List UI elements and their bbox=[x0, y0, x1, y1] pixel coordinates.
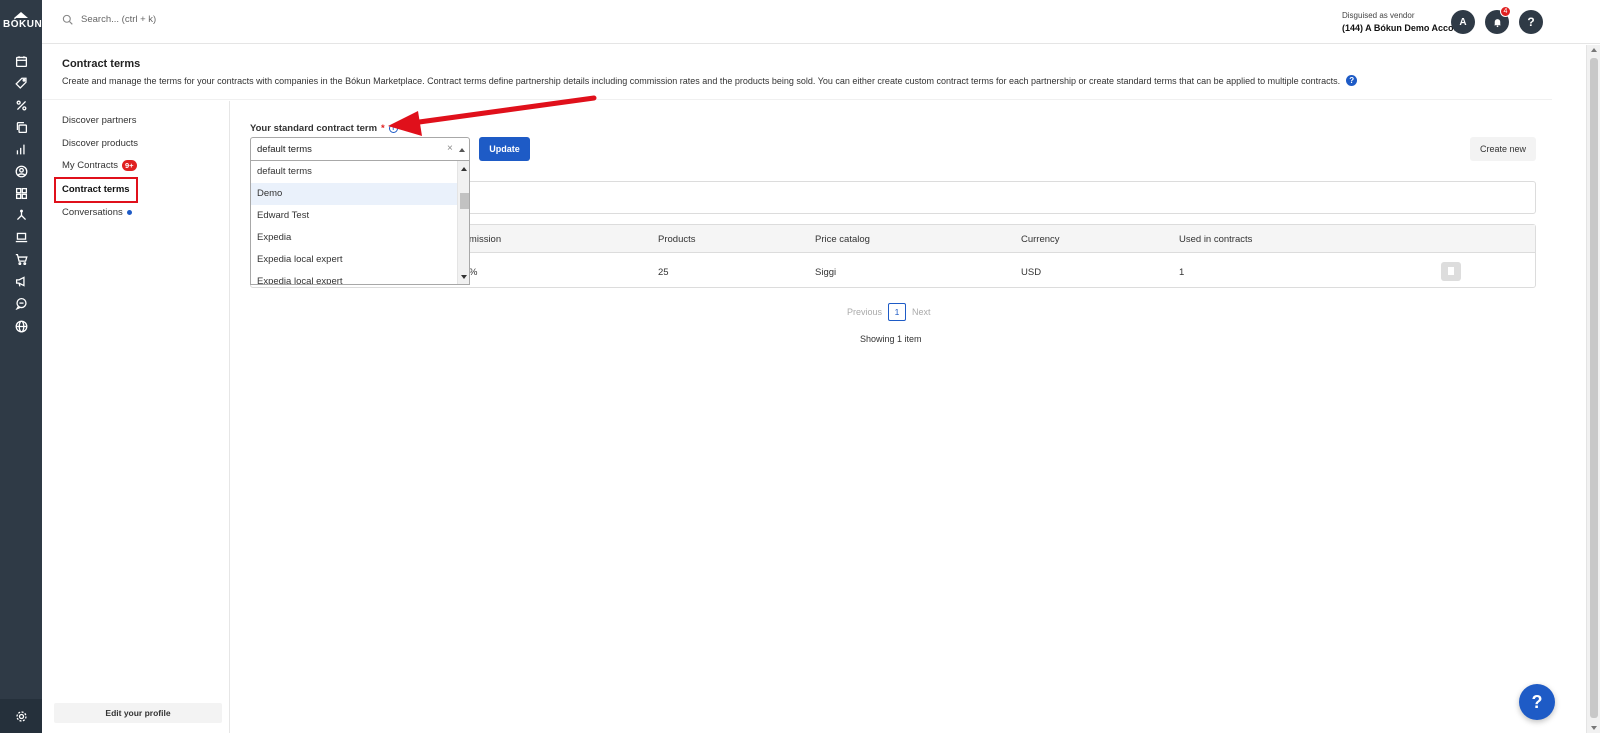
main-content: Your standard contract term * i default t… bbox=[230, 101, 1586, 733]
tag-icon[interactable] bbox=[13, 75, 29, 91]
products-cell: 25 bbox=[658, 267, 669, 278]
search-placeholder[interactable]: Search... (ctrl + k) bbox=[81, 14, 156, 25]
option-item[interactable]: Demo bbox=[251, 183, 457, 205]
clear-icon[interactable]: × bbox=[447, 143, 453, 154]
required-mark: * bbox=[381, 123, 385, 134]
page-description: Create and manage the terms for your con… bbox=[62, 75, 1358, 86]
scroll-down-icon[interactable] bbox=[1591, 726, 1597, 730]
currency-cell: USD bbox=[1021, 267, 1042, 278]
subnav-label: Discover products bbox=[62, 138, 139, 149]
search-icon bbox=[62, 14, 73, 25]
help-chat-button[interactable]: ? bbox=[1519, 684, 1555, 720]
globe-icon[interactable] bbox=[13, 318, 29, 334]
copy-icon[interactable] bbox=[13, 119, 29, 135]
subnav-item-discover-partners[interactable]: Discover partners bbox=[62, 115, 136, 126]
subnav-label: Conversations bbox=[62, 207, 123, 218]
used-in-contracts-cell: 1 bbox=[1179, 267, 1185, 278]
standard-term-select[interactable]: default terms × bbox=[250, 137, 470, 161]
notification-count-badge: 4 bbox=[1500, 6, 1511, 17]
left-rail: BÓKUN bbox=[0, 0, 42, 733]
user-circle-icon[interactable] bbox=[13, 163, 29, 179]
bell-icon bbox=[1493, 18, 1501, 27]
scroll-thumb[interactable] bbox=[460, 193, 469, 209]
option-item[interactable]: Expedia local expert bbox=[251, 271, 457, 284]
option-item[interactable]: default terms bbox=[251, 161, 457, 183]
unread-dot bbox=[126, 210, 132, 215]
column-header: Price catalog bbox=[815, 234, 870, 245]
trash-icon bbox=[1448, 267, 1454, 275]
bar-chart-icon[interactable] bbox=[13, 141, 29, 157]
page-scrollbar[interactable] bbox=[1586, 45, 1600, 733]
help-button[interactable]: ? bbox=[1519, 10, 1543, 34]
option-item[interactable]: Expedia local expert bbox=[251, 249, 457, 271]
pagination: Previous 1 Next bbox=[847, 303, 931, 321]
scroll-down-icon[interactable] bbox=[461, 275, 467, 279]
subnav-item-contract-terms[interactable]: Contract terms bbox=[62, 184, 130, 195]
bokun-logo[interactable]: BÓKUN bbox=[3, 12, 43, 32]
subnav-item-my-contracts[interactable]: My Contracts 9+ bbox=[62, 160, 137, 171]
sitemap-icon[interactable] bbox=[13, 207, 29, 223]
price-catalog-cell: Siggi bbox=[815, 267, 837, 278]
logo-text: BÓKUN bbox=[3, 19, 43, 30]
global-search[interactable]: Search... (ctrl + k) bbox=[62, 14, 156, 25]
grid-icon[interactable] bbox=[13, 185, 29, 201]
delete-button[interactable] bbox=[1441, 262, 1461, 281]
marketplace-subnav: Discover partners Discover products My C… bbox=[42, 101, 230, 733]
subnav-label: Discover partners bbox=[62, 115, 137, 126]
calendar-icon[interactable] bbox=[13, 53, 29, 69]
previous-button[interactable]: Previous bbox=[847, 307, 882, 317]
page-header: Contract terms Create and manage the ter… bbox=[42, 45, 1552, 100]
avatar[interactable]: A bbox=[1451, 10, 1475, 34]
top-bar: Search... (ctrl + k) Disguised as vendor… bbox=[42, 0, 1600, 44]
subnav-item-conversations[interactable]: Conversations bbox=[62, 207, 132, 218]
option-item[interactable]: Expedia bbox=[251, 227, 457, 249]
selected-value: default terms bbox=[257, 144, 312, 155]
info-icon[interactable]: i bbox=[388, 124, 398, 133]
column-header: Products bbox=[658, 234, 696, 245]
scroll-up-icon[interactable] bbox=[461, 167, 467, 171]
next-button[interactable]: Next bbox=[912, 307, 931, 317]
laptop-icon[interactable] bbox=[13, 229, 29, 245]
option-item[interactable]: Edward Test bbox=[251, 205, 457, 227]
question-icon[interactable]: ? bbox=[1346, 75, 1358, 86]
scroll-up-icon[interactable] bbox=[1591, 48, 1597, 52]
scroll-thumb[interactable] bbox=[1590, 58, 1598, 718]
chat-icon[interactable] bbox=[13, 295, 29, 311]
subnav-item-discover-products[interactable]: Discover products bbox=[62, 138, 138, 149]
chevron-up-icon[interactable] bbox=[459, 148, 465, 152]
subnav-label: Contract terms bbox=[62, 184, 130, 195]
column-header: Currency bbox=[1021, 234, 1060, 245]
commission-cell: % bbox=[469, 267, 478, 278]
logo-mountain-icon bbox=[14, 12, 28, 18]
contracts-count-badge: 9+ bbox=[121, 160, 137, 171]
page-number-button[interactable]: 1 bbox=[888, 303, 907, 321]
cart-icon[interactable] bbox=[13, 251, 29, 267]
standard-term-label: Your standard contract term * i bbox=[250, 123, 398, 134]
megaphone-icon[interactable] bbox=[13, 273, 29, 289]
results-count: Showing 1 item bbox=[860, 334, 922, 344]
rail-footer bbox=[0, 699, 42, 733]
dropdown-scrollbar[interactable] bbox=[457, 161, 469, 284]
edit-profile-button[interactable]: Edit your profile bbox=[54, 703, 222, 723]
update-button[interactable]: Update bbox=[479, 137, 530, 161]
field-label-text: Your standard contract term bbox=[250, 123, 378, 134]
page-description-text: Create and manage the terms for your con… bbox=[62, 75, 1341, 86]
gear-icon[interactable] bbox=[13, 708, 29, 724]
subnav-label: My Contracts bbox=[62, 160, 118, 171]
column-header: Used in contracts bbox=[1179, 234, 1253, 245]
percent-icon[interactable] bbox=[13, 97, 29, 113]
create-new-button[interactable]: Create new bbox=[1470, 137, 1536, 161]
page-title: Contract terms bbox=[62, 58, 141, 70]
term-options-list[interactable]: default terms Demo Edward Test Expedia E… bbox=[250, 161, 470, 285]
